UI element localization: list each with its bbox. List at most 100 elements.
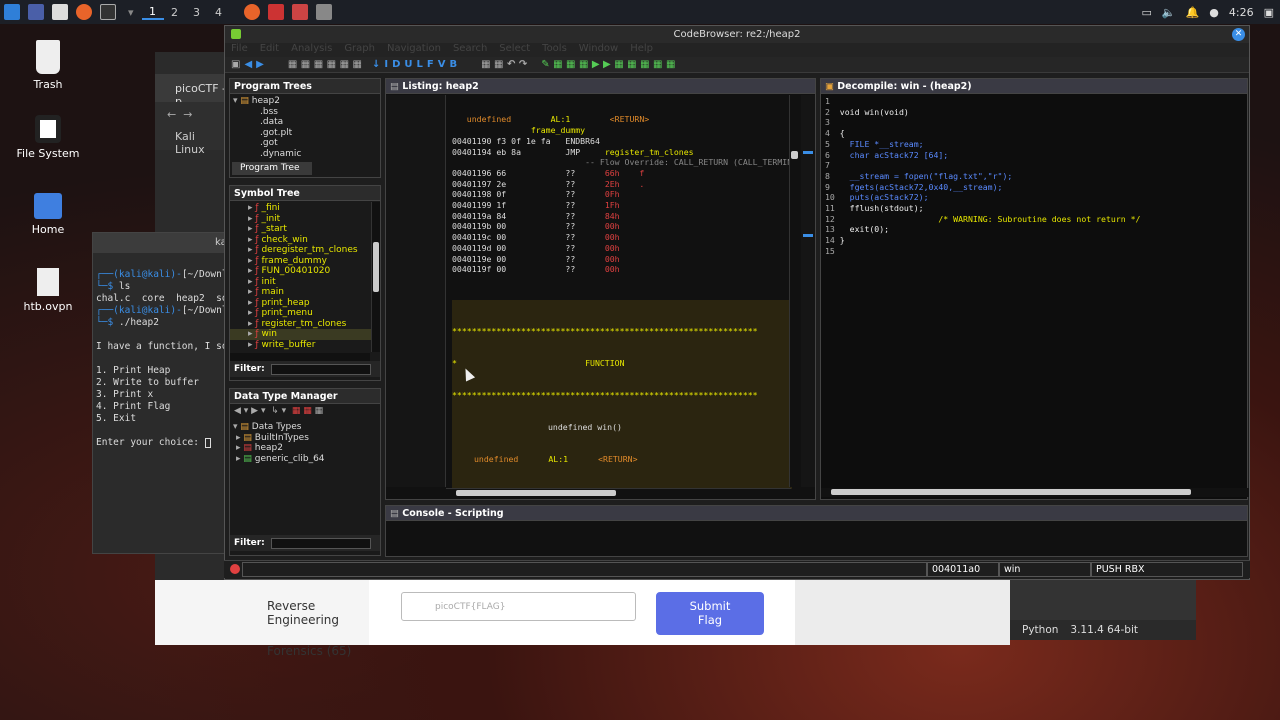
down-icon[interactable]: ↓ [372, 59, 380, 70]
file-manager-icon[interactable] [52, 4, 68, 20]
menu-tools[interactable]: Tools [542, 43, 567, 57]
symbol-filter-input[interactable] [270, 363, 371, 375]
tool-label[interactable]: L [417, 59, 423, 70]
run-icons[interactable]: ✎ ▦ ▦ ▦ ▶ ▶ ▦ ▦ ▦ ▦ ▦ [541, 59, 675, 70]
back-icon[interactable]: ◀ [244, 59, 252, 70]
listing-row[interactable]: undefined AL:1 <RETURN> [452, 114, 792, 125]
dtm-root[interactable]: ▾ ▤ Data Types [230, 422, 380, 433]
tree-item-gotplt[interactable]: .got.plt [230, 128, 380, 139]
app-task-icon[interactable] [291, 4, 308, 20]
decompile-line[interactable]: 15 [825, 246, 1247, 257]
vscode-task-icon[interactable] [315, 4, 332, 20]
menu-window[interactable]: Window [579, 43, 618, 57]
tool-bookmark[interactable]: B [450, 59, 458, 70]
menu-select[interactable]: Select [499, 43, 530, 57]
sym-fini[interactable]: ▸ ƒ _fini [230, 203, 380, 214]
forward-icon[interactable]: ▶ [256, 59, 264, 70]
decompile-line[interactable]: 2 void win(void) [825, 107, 1247, 118]
power-status-icon[interactable]: ● [1209, 6, 1219, 19]
decompile-line[interactable]: 11 fflush(stdout); [825, 203, 1247, 214]
sym-init[interactable]: ▸ ƒ init [230, 277, 380, 288]
tool-undefined[interactable]: U [404, 59, 412, 70]
workspace-2[interactable]: 2 [164, 6, 186, 19]
listing-row[interactable]: 0040119e 00 ?? 00h [452, 254, 792, 265]
sym-start[interactable]: ▸ ƒ _start [230, 224, 380, 235]
terminal-body[interactable]: ┌──(kali@kali)-[~/Downl └─$ ls chal.c core… [93, 253, 224, 477]
sym-frame-dummy[interactable]: ▸ ƒ frame_dummy [230, 256, 380, 267]
sym-register[interactable]: ▸ ƒ register_tm_clones [230, 319, 380, 330]
menu-analysis[interactable]: Analysis [291, 43, 332, 57]
listing-row[interactable]: 00401199 1f ?? 1Fh [452, 200, 792, 211]
sym-print-menu[interactable]: ▸ ƒ print_menu [230, 308, 380, 319]
sym-main[interactable]: ▸ ƒ main [230, 287, 380, 298]
dtm-generic-clib[interactable]: ▸ ▤ generic_clib_64 [230, 454, 380, 465]
decompile-line[interactable]: 7 [825, 160, 1247, 171]
sym-init-underscore[interactable]: ▸ ƒ _init [230, 214, 380, 225]
tree-item-bss[interactable]: .bss [230, 107, 380, 118]
listing-code[interactable]: undefined AL:1 <RETURN> frame_dummy 00401… [452, 93, 792, 489]
tool-function[interactable]: F [427, 59, 434, 70]
listing-hscroll[interactable] [446, 488, 791, 497]
desktop-icon-trash[interactable]: Trash [8, 40, 88, 91]
menu-edit[interactable]: Edit [260, 43, 279, 57]
decompile-code[interactable]: 1 2 void win(void) 3 4 {5 FILE *__stream;… [821, 94, 1247, 484]
volume-icon[interactable]: 🔈 [1162, 6, 1176, 19]
listing-scrollbar[interactable] [789, 95, 799, 487]
screen-icon[interactable]: ▭ [1141, 6, 1151, 19]
python-lang[interactable]: Python [1022, 624, 1058, 636]
program-tree-tab[interactable]: Program Tree [232, 162, 312, 175]
menu-search[interactable]: Search [453, 43, 487, 57]
decompile-line[interactable]: 4 { [825, 128, 1247, 139]
bookmark-kali[interactable]: Kali Linux [155, 130, 227, 156]
tool-variable[interactable]: V [438, 59, 446, 70]
decompile-line[interactable]: 14 } [825, 235, 1247, 246]
more-tools-icon[interactable]: ▦ ▦ ↶ ↷ [481, 59, 527, 70]
workspace-4[interactable]: 4 [208, 6, 230, 19]
listing-row[interactable]: 00401190 f3 0f 1e fa ENDBR64 [452, 136, 792, 147]
flag-input[interactable]: picoCTF{FLAG} [401, 592, 636, 621]
tool-disasm[interactable]: I [384, 59, 388, 70]
tool-data[interactable]: D [392, 59, 400, 70]
notifications-icon[interactable]: 🔔 [1186, 6, 1200, 19]
sym-check-win[interactable]: ▸ ƒ check_win [230, 235, 380, 246]
decompile-line[interactable]: 13 exit(0); [825, 224, 1247, 235]
lock-icon[interactable]: ▣ [1264, 6, 1274, 19]
listing-row[interactable]: 00401196 66 ?? 66h f [452, 168, 792, 179]
decompile-line[interactable]: 12 /* WARNING: Subroutine does not retur… [825, 214, 1247, 225]
listing-row[interactable]: 0040119c 00 ?? 00h [452, 232, 792, 243]
status-error-icon[interactable] [230, 564, 240, 574]
decompile-line[interactable]: 6 char acStack72 [64]; [825, 150, 1247, 161]
nav-icons[interactable]: ▦ ▦ ▦ ▦ ▦ ▦ [288, 59, 362, 70]
listing-row[interactable]: 00401198 0f ?? 0Fh [452, 189, 792, 200]
terminal-icon[interactable] [100, 4, 116, 20]
listing-row[interactable]: -- Flow Override: CALL_RETURN (CALL_TERM… [452, 157, 792, 168]
desktop-icon-htb[interactable]: htb.ovpn [8, 268, 88, 313]
sym-deregister[interactable]: ▸ ƒ deregister_tm_clones [230, 245, 380, 256]
listing-row[interactable]: 0040119b 00 ?? 00h [452, 221, 792, 232]
kali-menu-icon[interactable] [4, 4, 20, 20]
sym-print-heap[interactable]: ▸ ƒ print_heap [230, 298, 380, 309]
decompile-hscroll[interactable] [821, 488, 1249, 497]
dtm-toolbar[interactable]: ◀ ▾ ▶ ▾ ↳ ▾ ▦ ▦ ▦ [230, 404, 380, 420]
menu-file[interactable]: File [231, 43, 248, 57]
close-icon[interactable]: ✕ [1232, 28, 1245, 41]
desktop-icon-filesystem[interactable]: File System [8, 115, 88, 160]
firefox-icon[interactable] [76, 4, 92, 20]
dtm-builtin[interactable]: ▸ ▤ BuiltInTypes [230, 433, 380, 444]
workspace-1[interactable]: 1 [141, 5, 164, 20]
listing-row[interactable]: 0040119a 84 ?? 84h [452, 211, 792, 222]
symbol-tree-scrollbar[interactable] [371, 202, 380, 352]
menu-help[interactable]: Help [630, 43, 653, 57]
workspace-3[interactable]: 3 [186, 6, 208, 19]
decompile-line[interactable]: 3 [825, 117, 1247, 128]
dtm-heap2[interactable]: ▸ ▤ heap2 [230, 443, 380, 454]
submit-flag-button[interactable]: Submit Flag [656, 592, 764, 635]
decompile-line[interactable]: 1 [825, 96, 1247, 107]
menu-graph[interactable]: Graph [344, 43, 375, 57]
decompile-line[interactable]: 5 FILE *__stream; [825, 139, 1247, 150]
clock[interactable]: 4:26 [1229, 6, 1254, 19]
ghidra-task-icon[interactable] [267, 4, 284, 20]
decompile-line[interactable]: 10 puts(acStack72); [825, 192, 1247, 203]
dtm-filter-input[interactable] [270, 537, 371, 549]
sym-write-buffer[interactable]: ▸ ƒ write_buffer [230, 340, 380, 351]
